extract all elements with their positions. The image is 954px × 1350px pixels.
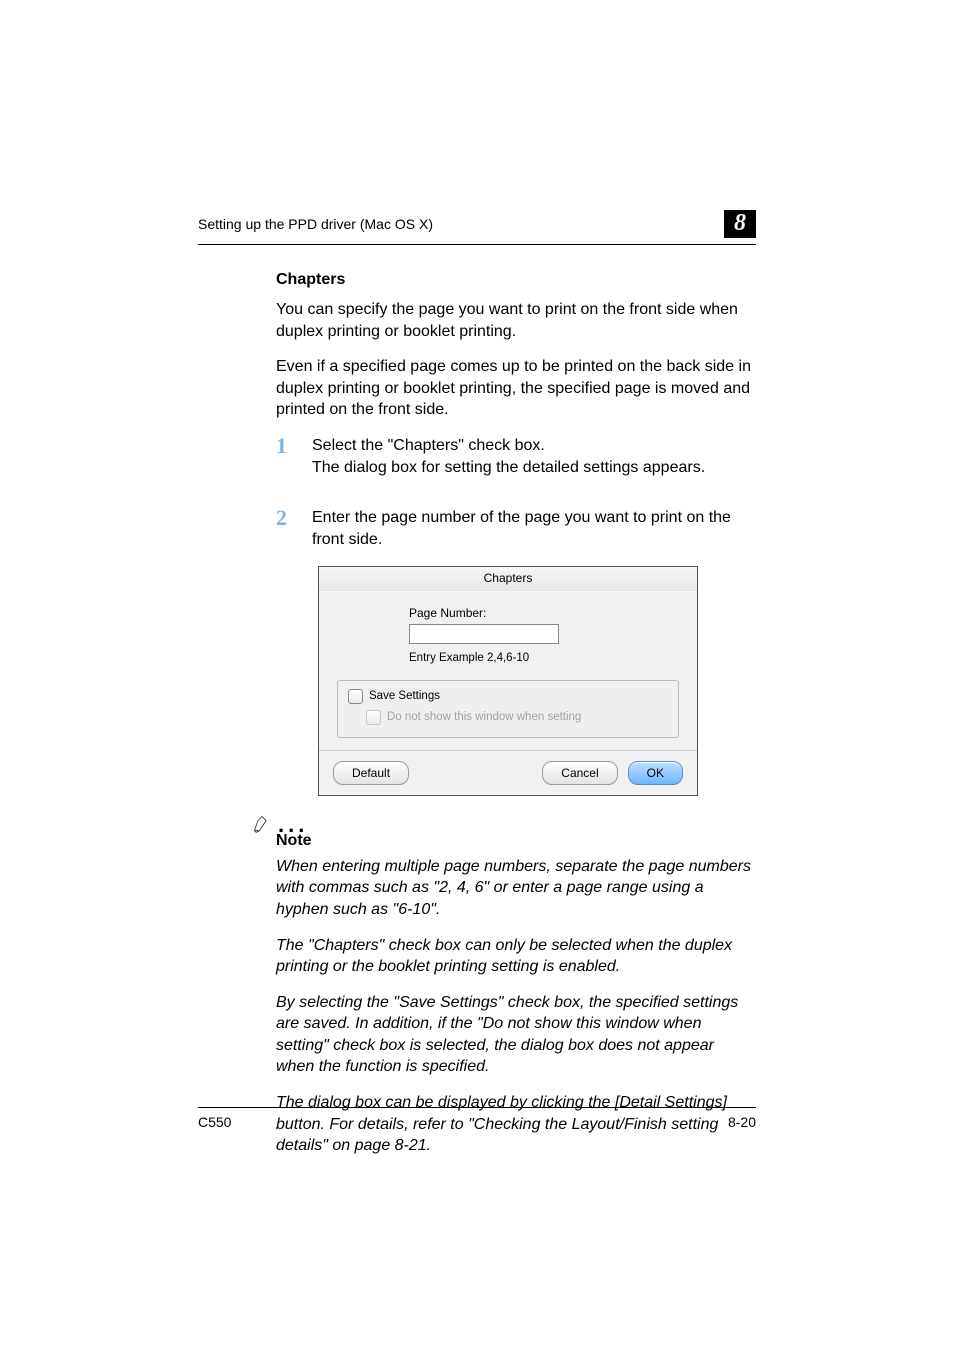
chapters-dialog: Chapters Page Number: Entry Example 2,4,… [318,566,698,796]
running-title: Setting up the PPD driver (Mac OS X) [198,216,433,232]
step-text: Select the "Chapters" check box. [312,437,545,454]
intro-paragraph-1: You can specify the page you want to pri… [276,299,756,342]
checkbox-icon[interactable] [348,689,363,704]
note-label: Note [276,832,756,850]
footer-rule [198,1107,756,1108]
save-settings-row[interactable]: Save Settings [348,689,668,704]
pen-icon [252,814,272,834]
settings-group: Save Settings Do not show this window wh… [337,680,679,738]
document-page: Setting up the PPD driver (Mac OS X) 8 C… [0,0,954,1350]
step-text: Enter the page number of the page you wa… [312,509,731,548]
checkbox-icon [366,710,381,725]
do-not-show-row: Do not show this window when setting [366,710,668,725]
default-button[interactable]: Default [333,761,409,785]
page-number-label: Page Number: [409,606,679,620]
dialog-footer: Default Cancel OK [319,750,697,795]
step-2: 2 Enter the page number of the page you … [276,507,756,552]
intro-paragraph-2: Even if a specified page comes up to be … [276,356,756,421]
dialog-title: Chapters [319,567,697,592]
note-paragraph-3: By selecting the "Save Settings" check b… [276,992,756,1078]
step-body: Enter the page number of the page you wa… [312,507,756,552]
content-area: Chapters You can specify the page you wa… [198,245,756,1157]
footer-model: C550 [198,1114,231,1130]
do-not-show-label: Do not show this window when setting [387,711,581,723]
page-number-row: Page Number: Entry Example 2,4,6-10 [337,606,679,664]
entry-example-label: Entry Example 2,4,6-10 [409,652,679,664]
step-subtext: The dialog box for setting the detailed … [312,457,756,479]
step-number: 2 [276,507,312,552]
page-number-input[interactable] [409,624,559,644]
cancel-button[interactable]: Cancel [542,761,617,785]
chapter-number-badge: 8 [724,210,756,238]
running-header: Setting up the PPD driver (Mac OS X) 8 [198,210,756,245]
note-ellipsis-icon: ... [276,820,756,830]
step-1: 1 Select the "Chapters" check box. The d… [276,435,756,493]
page-footer: C550 8-20 [198,1107,756,1130]
note-paragraph-2: The "Chapters" check box can only be sel… [276,935,756,978]
note-paragraph-1: When entering multiple page numbers, sep… [276,856,756,921]
footer-page-number: 8-20 [728,1114,756,1130]
dialog-body: Page Number: Entry Example 2,4,6-10 Save… [319,592,697,750]
ok-button[interactable]: OK [628,761,683,785]
save-settings-label: Save Settings [369,690,440,702]
step-body: Select the "Chapters" check box. The dia… [312,435,756,493]
section-title: Chapters [276,271,756,289]
step-number: 1 [276,435,312,493]
